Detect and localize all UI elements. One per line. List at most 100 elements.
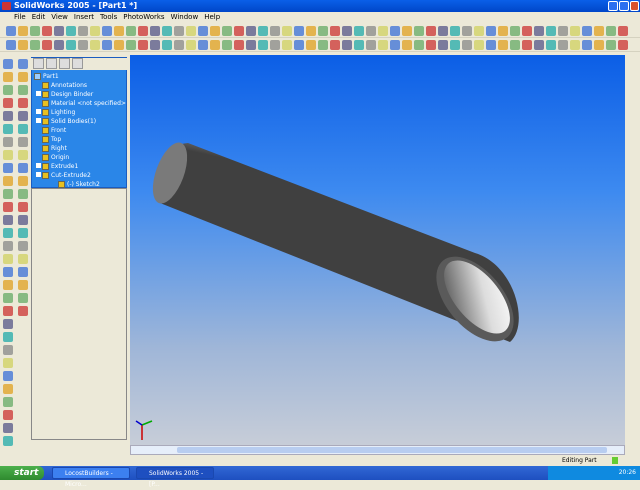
- toolbar-button[interactable]: [186, 39, 196, 50]
- toolbar-button[interactable]: [17, 137, 28, 147]
- toolbar-button[interactable]: [378, 25, 388, 36]
- toolbar-button[interactable]: [462, 39, 472, 50]
- toolbar-button[interactable]: [306, 39, 316, 50]
- toolbar-button[interactable]: [2, 358, 13, 368]
- toolbar-button[interactable]: [17, 228, 28, 238]
- toolbar-button[interactable]: [102, 39, 112, 50]
- toolbar-button[interactable]: [618, 25, 628, 36]
- toolbar-button[interactable]: [162, 39, 172, 50]
- tree-item[interactable]: Lighting: [36, 108, 75, 117]
- minimize-button[interactable]: [608, 1, 618, 11]
- toolbar-button[interactable]: [294, 25, 304, 36]
- toolbar-button[interactable]: [222, 39, 232, 50]
- close-button[interactable]: [630, 1, 639, 11]
- toolbar-button[interactable]: [17, 202, 28, 212]
- toolbar-button[interactable]: [2, 150, 13, 160]
- toolbar-button[interactable]: [510, 25, 520, 36]
- menu-file[interactable]: File: [14, 12, 26, 23]
- toolbar-button[interactable]: [2, 98, 13, 108]
- toolbar-button[interactable]: [2, 241, 13, 251]
- toolbar-button[interactable]: [17, 293, 28, 303]
- toolbar-button[interactable]: [426, 25, 436, 36]
- menu-window[interactable]: Window: [171, 12, 199, 23]
- graphics-viewport[interactable]: [130, 55, 625, 445]
- toolbar-button[interactable]: [2, 267, 13, 277]
- toolbar-button[interactable]: [546, 25, 556, 36]
- toolbar-button[interactable]: [450, 25, 460, 36]
- toolbar-button[interactable]: [570, 39, 580, 50]
- toolbar-button[interactable]: [258, 39, 268, 50]
- toolbar-button[interactable]: [234, 25, 244, 36]
- toolbar-button[interactable]: [342, 39, 352, 50]
- toolbar-button[interactable]: [150, 25, 160, 36]
- toolbar-button[interactable]: [2, 176, 13, 186]
- toolbar-button[interactable]: [17, 150, 28, 160]
- toolbar-button[interactable]: [66, 39, 76, 50]
- menu-view[interactable]: View: [51, 12, 68, 23]
- toolbar-button[interactable]: [162, 25, 172, 36]
- toolbar-button[interactable]: [2, 384, 13, 394]
- toolbar-button[interactable]: [402, 39, 412, 50]
- toolbar-button[interactable]: [354, 25, 364, 36]
- toolbar-button[interactable]: [138, 39, 148, 50]
- toolbar-button[interactable]: [54, 39, 64, 50]
- toolbar-button[interactable]: [198, 25, 208, 36]
- toolbar-button[interactable]: [6, 39, 16, 50]
- menu-edit[interactable]: Edit: [32, 12, 46, 23]
- toolbar-button[interactable]: [2, 423, 13, 433]
- toolbar-button[interactable]: [174, 25, 184, 36]
- toolbar-button[interactable]: [438, 39, 448, 50]
- toolbar-button[interactable]: [2, 111, 13, 121]
- toolbar-button[interactable]: [90, 39, 100, 50]
- toolbar-button[interactable]: [2, 332, 13, 342]
- tree-item[interactable]: Material <not specified>: [36, 99, 126, 108]
- tree-item[interactable]: Cut-Extrude2: [36, 171, 91, 180]
- start-button[interactable]: start: [0, 466, 44, 480]
- toolbar-button[interactable]: [342, 25, 352, 36]
- toolbar-button[interactable]: [222, 25, 232, 36]
- toolbar-button[interactable]: [414, 39, 424, 50]
- toolbar-button[interactable]: [462, 25, 472, 36]
- toolbar-button[interactable]: [66, 25, 76, 36]
- toolbar-button[interactable]: [594, 39, 604, 50]
- toolbar-button[interactable]: [17, 72, 28, 82]
- toolbar-button[interactable]: [474, 25, 484, 36]
- toolbar-button[interactable]: [2, 306, 13, 316]
- expand-icon[interactable]: [36, 109, 41, 114]
- toolbar-button[interactable]: [138, 25, 148, 36]
- toolbar-button[interactable]: [78, 39, 88, 50]
- toolbar-button[interactable]: [522, 39, 532, 50]
- toolbar-button[interactable]: [474, 39, 484, 50]
- toolbar-button[interactable]: [402, 25, 412, 36]
- toolbar-button[interactable]: [54, 25, 64, 36]
- toolbar-button[interactable]: [270, 25, 280, 36]
- toolbar-button[interactable]: [2, 59, 13, 69]
- toolbar-button[interactable]: [17, 215, 28, 225]
- tree-item[interactable]: Front: [36, 126, 66, 135]
- toolbar-button[interactable]: [17, 163, 28, 173]
- toolbar-button[interactable]: [114, 25, 124, 36]
- toolbar-button[interactable]: [2, 215, 13, 225]
- toolbar-button[interactable]: [258, 25, 268, 36]
- toolbar-button[interactable]: [126, 39, 136, 50]
- toolbar-button[interactable]: [17, 98, 28, 108]
- menu-tools[interactable]: Tools: [100, 12, 117, 23]
- toolbar-button[interactable]: [426, 39, 436, 50]
- toolbar-button[interactable]: [2, 254, 13, 264]
- toolbar-button[interactable]: [606, 25, 616, 36]
- toolbar-button[interactable]: [17, 254, 28, 264]
- toolbar-button[interactable]: [198, 39, 208, 50]
- toolbar-button[interactable]: [2, 293, 13, 303]
- expand-icon[interactable]: [36, 172, 41, 177]
- toolbar-button[interactable]: [2, 124, 13, 134]
- tab-property-manager[interactable]: [46, 58, 57, 69]
- toolbar-button[interactable]: [126, 25, 136, 36]
- toolbar-button[interactable]: [438, 25, 448, 36]
- toolbar-button[interactable]: [2, 228, 13, 238]
- toolbar-button[interactable]: [114, 39, 124, 50]
- expand-icon[interactable]: [36, 118, 41, 123]
- toolbar-button[interactable]: [606, 39, 616, 50]
- toolbar-button[interactable]: [294, 39, 304, 50]
- toolbar-button[interactable]: [17, 189, 28, 199]
- toolbar-button[interactable]: [282, 25, 292, 36]
